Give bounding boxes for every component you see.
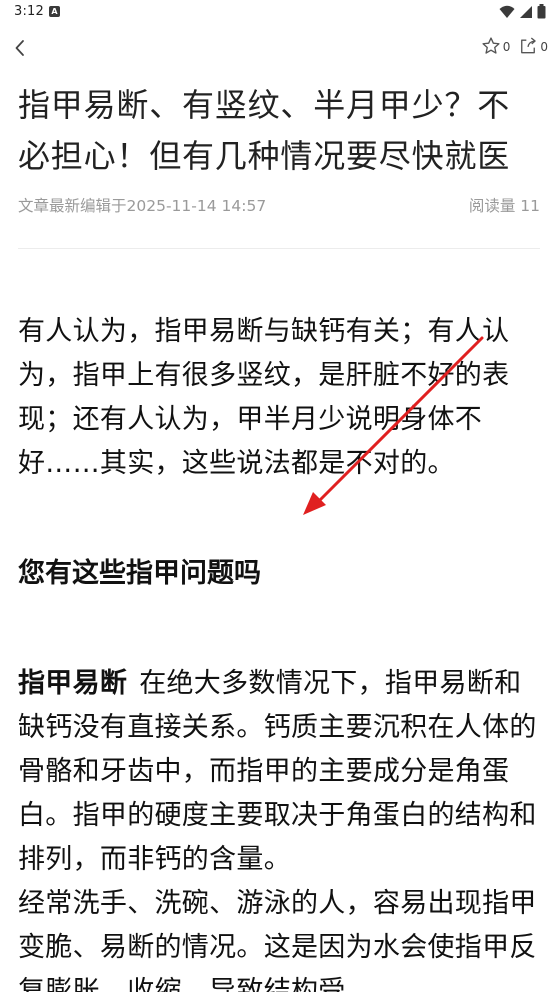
- share-count: 0: [540, 40, 548, 54]
- article-body: 有人认为，指甲易断与缺钙有关；有人认为，指甲上有很多竖纹，是肝脏不好的表现；还有…: [18, 310, 542, 486]
- star-outline-icon: [482, 37, 500, 54]
- app-notification-icon: A: [49, 6, 60, 17]
- status-indicators: [499, 4, 546, 19]
- battery-icon: [537, 4, 546, 19]
- status-time: 3:12: [14, 4, 44, 19]
- subsection-text: 在绝大多数情况下，指甲易断和缺钙没有直接关系。钙质主要沉积在人体的骨骼和牙齿中，…: [18, 668, 537, 875]
- share-button[interactable]: 0: [518, 36, 548, 56]
- intro-paragraph: 有人认为，指甲易断与缺钙有关；有人认为，指甲上有很多竖纹，是肝脏不好的表现；还有…: [18, 316, 510, 479]
- article-meta: 文章最新编辑于2025-11-14 14:57 阅读量 11: [18, 194, 540, 218]
- top-toolbar: 0 0: [0, 28, 558, 68]
- subsection-paragraph-2: 经常洗手、洗碗、游泳的人，容易出现指甲变脆、易断的情况。这是因为水会使指甲反复膨…: [18, 888, 537, 992]
- section-heading: 您有这些指甲问题吗: [18, 558, 261, 589]
- share-icon: [521, 37, 537, 54]
- subsection-lead: 指甲易断: [18, 668, 128, 699]
- article-screen: 3:12 A 0 0 指甲易断、有竖纹、半月甲少？不必担心！但有几种情况要尽快就…: [0, 0, 558, 992]
- subsection-body: 指甲易断 在绝大多数情况下，指甲易断和缺钙没有直接关系。钙质主要沉积在人体的骨骼和…: [18, 662, 542, 992]
- favorite-count: 0: [502, 40, 511, 54]
- edited-timestamp: 文章最新编辑于2025-11-14 14:57: [18, 197, 267, 215]
- favorite-button[interactable]: 0: [481, 36, 511, 56]
- subsection-paragraph: 指甲易断 在绝大多数情况下，指甲易断和缺钙没有直接关系。钙质主要沉积在人体的骨骼和…: [18, 662, 542, 882]
- status-bar: 3:12 A: [0, 0, 558, 24]
- article-title: 指甲易断、有竖纹、半月甲少？不必担心！但有几种情况要尽快就医: [18, 86, 511, 175]
- divider: [18, 248, 540, 249]
- wifi-icon: [499, 5, 515, 18]
- toolbar-actions: 0 0: [481, 36, 548, 56]
- read-count: 阅读量 11: [468, 197, 540, 215]
- signal-icon: [520, 5, 532, 18]
- back-button[interactable]: [6, 32, 34, 64]
- chevron-left-icon: [15, 40, 24, 56]
